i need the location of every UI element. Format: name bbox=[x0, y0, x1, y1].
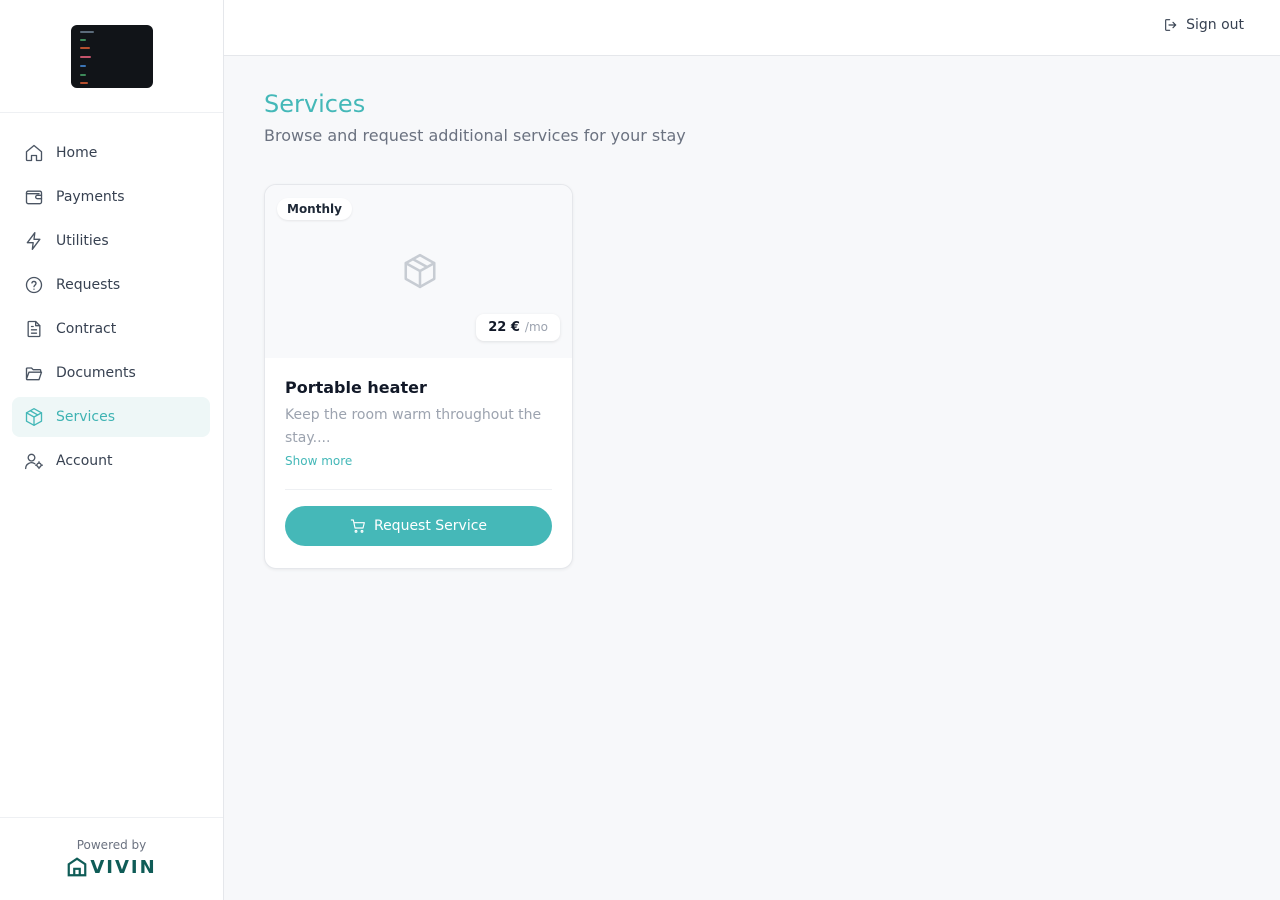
house-icon bbox=[67, 857, 87, 877]
sidebar-item-label: Services bbox=[56, 409, 116, 425]
folder-icon bbox=[24, 363, 44, 383]
card-divider bbox=[285, 489, 552, 490]
sidebar-item-label: Payments bbox=[56, 189, 125, 205]
sign-out-label: Sign out bbox=[1186, 17, 1244, 33]
sidebar-item-label: Documents bbox=[56, 365, 136, 381]
sidebar-item-documents[interactable]: Documents bbox=[12, 353, 210, 393]
home-icon bbox=[24, 143, 44, 163]
service-description: Keep the room warm throughout the stay..… bbox=[285, 407, 542, 446]
main-content: Services Browse and request additional s… bbox=[264, 88, 686, 569]
sidebar-item-requests[interactable]: Requests bbox=[12, 265, 210, 305]
sidebar-footer: Powered by VIVIN bbox=[0, 817, 223, 900]
brand-logo[interactable]: VIVIN bbox=[0, 856, 223, 878]
wallet-icon bbox=[24, 187, 44, 207]
sidebar-item-label: Requests bbox=[56, 277, 121, 293]
sidebar-item-home[interactable]: Home bbox=[12, 133, 210, 173]
request-service-label: Request Service bbox=[373, 518, 488, 534]
powered-by-text: Powered by bbox=[76, 838, 147, 852]
price-unit: /mo bbox=[524, 320, 548, 334]
sidebar-nav: Home Payments Utilities Requests Contrac… bbox=[0, 113, 223, 481]
page-title: Services bbox=[264, 90, 366, 118]
request-service-button[interactable]: Request Service bbox=[285, 506, 552, 546]
topbar: Sign out bbox=[224, 0, 1280, 56]
price-amount: 22 € bbox=[488, 320, 520, 335]
help-circle-icon bbox=[24, 275, 44, 295]
service-card-media: Monthly 22 € /mo bbox=[265, 185, 572, 358]
sidebar-item-payments[interactable]: Payments bbox=[12, 177, 210, 217]
brand-name: VIVIN bbox=[90, 856, 157, 878]
sign-out-button[interactable]: Sign out bbox=[1163, 17, 1244, 33]
sidebar-item-label: Home bbox=[56, 145, 98, 161]
sidebar-item-label: Contract bbox=[56, 321, 117, 337]
service-card-body: Portable heater Keep the room warm throu… bbox=[265, 358, 572, 546]
cart-icon bbox=[350, 519, 365, 533]
sidebar-item-label: Utilities bbox=[56, 233, 109, 249]
page-subtitle: Browse and request additional services f… bbox=[264, 126, 686, 145]
sidebar: Home Payments Utilities Requests Contrac… bbox=[0, 0, 224, 900]
service-title: Portable heater bbox=[285, 378, 427, 397]
price-badge: 22 € /mo bbox=[476, 314, 560, 341]
service-card: Monthly 22 € /mo Portable heater Keep th… bbox=[264, 184, 573, 569]
sidebar-item-utilities[interactable]: Utilities bbox=[12, 221, 210, 261]
logo-area bbox=[0, 0, 223, 113]
frequency-badge: Monthly bbox=[277, 198, 352, 220]
box-icon bbox=[401, 252, 439, 290]
property-logo[interactable] bbox=[70, 24, 153, 88]
sidebar-item-contract[interactable]: Contract bbox=[12, 309, 210, 349]
sidebar-item-services[interactable]: Services bbox=[12, 397, 210, 437]
sign-out-icon bbox=[1165, 19, 1177, 31]
sidebar-item-account[interactable]: Account bbox=[12, 441, 210, 481]
sidebar-item-label: Account bbox=[56, 453, 113, 469]
show-more-link[interactable]: Show more bbox=[285, 454, 352, 468]
lightning-icon bbox=[24, 231, 44, 251]
box-icon bbox=[24, 407, 44, 427]
user-settings-icon bbox=[24, 451, 44, 471]
document-icon bbox=[24, 319, 44, 339]
